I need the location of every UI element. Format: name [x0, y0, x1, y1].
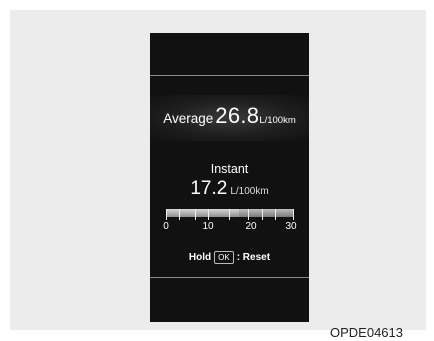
gauge-tick: [229, 209, 230, 220]
instant-label: Instant: [210, 162, 249, 176]
instant-value: 17.2: [190, 178, 228, 199]
gauge-minor-tick: [248, 209, 249, 220]
gauge-tick: [262, 209, 263, 220]
instant-fuel-economy: 17.2 L/100km: [150, 178, 309, 202]
average-unit: L/100km: [259, 115, 296, 126]
gauge-tick-label-30: 30: [285, 221, 297, 232]
reset-prefix: Hold: [188, 251, 212, 263]
gauge-minor-tick: [275, 209, 276, 220]
gauge-tick: [166, 209, 167, 220]
instant-unit: L/100km: [230, 186, 269, 197]
gauge-tick: [293, 209, 294, 220]
ok-button-icon: OK: [214, 250, 234, 264]
gauge-minor-tick: [179, 209, 180, 220]
top-divider: [150, 75, 309, 76]
gauge-tick-label-10: 10: [202, 221, 214, 232]
gauge-tick-label-0: 0: [163, 221, 169, 232]
average-label: Average: [163, 111, 214, 126]
average-fuel-economy: Average 26.8 L/100km: [150, 103, 309, 133]
reset-instruction: Hold OK : Reset: [150, 249, 309, 265]
gauge-tick-label-20: 20: [245, 221, 257, 232]
gauge-minor-tick: [208, 209, 209, 220]
gauge-tick: [195, 209, 196, 220]
figure-code: OPDE04613: [330, 325, 403, 340]
reset-suffix: : Reset: [236, 251, 271, 263]
cluster-display: Average 26.8 L/100km Instant 17.2 L/100k…: [150, 33, 309, 322]
bottom-divider: [150, 277, 309, 278]
average-value: 26.8: [215, 103, 260, 128]
